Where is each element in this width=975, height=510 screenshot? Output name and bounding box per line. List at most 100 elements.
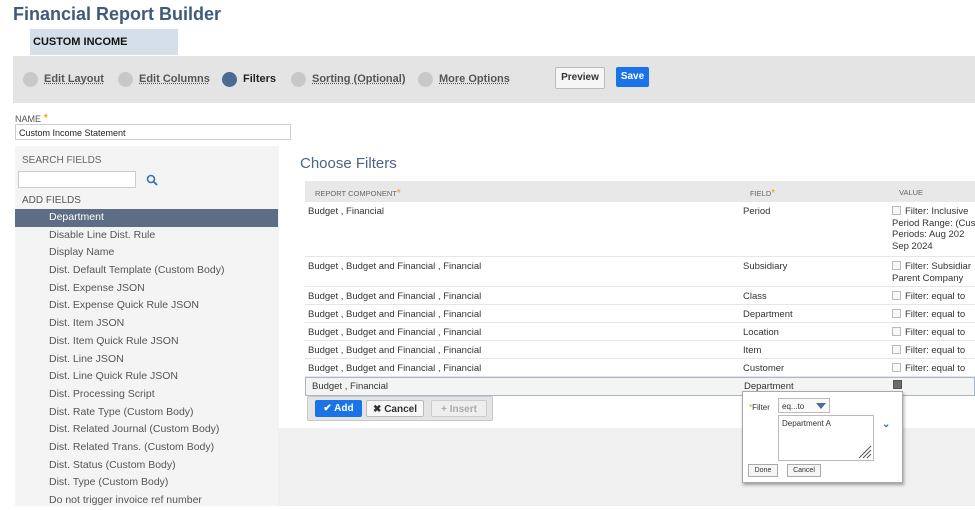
save-button[interactable]: Save — [616, 67, 649, 87]
cancel-button[interactable]: ✖ Cancel — [366, 400, 424, 417]
step-edit-layout[interactable]: Edit Layout — [23, 70, 104, 88]
cell-field: Subsidiary — [743, 261, 788, 272]
field-item[interactable]: Dist. Line JSON — [15, 351, 278, 369]
grid-header: REPORT COMPONENT* FIELD* VALUE — [305, 181, 975, 202]
filter-operator-value: eq...to — [782, 402, 805, 411]
search-icon[interactable] — [146, 174, 158, 186]
edit-icon[interactable] — [892, 327, 901, 336]
filter-label-text: Filter — [752, 403, 770, 412]
step-dot-icon — [418, 71, 433, 87]
field-item[interactable]: Dist. Type (Custom Body) — [15, 474, 278, 492]
table-row[interactable]: Budget , Financial Period Filter: Inclus… — [305, 202, 975, 257]
cell-component: Budget , Budget and Financial , Financia… — [308, 291, 482, 302]
edit-icon[interactable] — [892, 291, 901, 300]
field-item[interactable]: Dist. Expense JSON — [15, 280, 278, 298]
field-item[interactable]: Dist. Rate Type (Custom Body) — [15, 404, 278, 422]
cell-component: Budget , Financial — [308, 206, 385, 217]
table-row[interactable]: Budget , Budget and Financial , Financia… — [305, 341, 975, 359]
value-line: Filter: equal to — [905, 345, 966, 356]
col-header-field: FIELD* — [750, 188, 775, 199]
cell-field: Period — [743, 206, 771, 217]
insert-button[interactable]: + Insert — [431, 400, 487, 417]
cell-component: Budget , Budget and Financial , Financia… — [308, 345, 482, 356]
step-dot-icon — [118, 71, 133, 87]
cell-field: Class — [743, 291, 767, 302]
step-dot-icon — [291, 71, 306, 87]
col-header-value: VALUE — [899, 188, 924, 197]
field-item[interactable]: Dist. Status (Custom Body) — [15, 457, 278, 475]
cell-value: Filter: equal to — [892, 327, 965, 339]
popup-cancel-button[interactable]: Cancel — [787, 464, 821, 477]
field-item[interactable]: Display Name — [15, 244, 278, 262]
row-actions-bar: ✔ Add ✖ Cancel + Insert — [307, 396, 493, 421]
resize-handle-icon[interactable] — [856, 443, 872, 459]
field-item[interactable]: Dist. Processing Script — [15, 386, 278, 404]
value-line: Filter: Subsidiar — [905, 261, 971, 272]
step-label: More Options — [439, 73, 510, 85]
value-line: Filter: equal to — [905, 309, 966, 320]
filters-grid: REPORT COMPONENT* FIELD* VALUE Budget , … — [305, 181, 975, 396]
cell-component[interactable]: Budget , Financial — [312, 381, 388, 392]
value-line: Periods: Aug 202 — [892, 229, 965, 240]
cell-field: Item — [743, 345, 762, 356]
filter-popup: *Filter eq...to Department A ⌄ Done Canc… — [742, 391, 903, 483]
cell-component: Budget , Budget and Financial , Financia… — [308, 363, 482, 374]
table-row[interactable]: Budget , Budget and Financial , Financia… — [305, 305, 975, 323]
col-header-component: REPORT COMPONENT* — [315, 188, 401, 199]
expand-double-chevron-icon[interactable]: ⌄ — [882, 419, 890, 430]
edit-icon[interactable] — [893, 380, 902, 389]
edit-icon[interactable] — [892, 345, 901, 354]
field-item[interactable]: Disable Line Dist. Rule — [15, 227, 278, 245]
field-item[interactable]: Dist. Item Quick Rule JSON — [15, 333, 278, 351]
step-bar: Edit Layout Edit Columns Filters Sorting… — [13, 56, 975, 103]
filter-operator-select[interactable]: eq...to — [778, 398, 830, 413]
field-item[interactable]: Do not trigger invoice ref number — [15, 492, 278, 510]
search-fields-label: SEARCH FIELDS — [22, 155, 102, 166]
chevron-down-icon — [816, 403, 826, 409]
step-label: Sorting (Optional) — [312, 73, 406, 85]
cell-field: Location — [743, 327, 779, 338]
field-item[interactable]: Department — [15, 209, 278, 227]
step-label: Edit Columns — [139, 73, 210, 85]
insert-button-label: Insert — [449, 404, 477, 415]
add-fields-label: ADD FIELDS — [22, 195, 81, 206]
edit-icon[interactable] — [892, 261, 901, 270]
step-more-options[interactable]: More Options — [418, 70, 510, 88]
cell-component: Budget , Budget and Financial , Financia… — [308, 327, 482, 338]
field-item[interactable]: Dist. Default Template (Custom Body) — [15, 262, 278, 280]
table-row[interactable]: Budget , Budget and Financial , Financia… — [305, 257, 975, 287]
table-row[interactable]: Budget , Budget and Financial , Financia… — [305, 359, 975, 377]
cell-component: Budget , Budget and Financial , Financia… — [308, 261, 482, 272]
cell-field: Customer — [743, 363, 785, 374]
field-item[interactable]: Dist. Related Trans. (Custom Body) — [15, 439, 278, 457]
field-item[interactable]: Dist. Item JSON — [15, 315, 278, 333]
step-edit-columns[interactable]: Edit Columns — [118, 70, 210, 88]
edit-icon[interactable] — [892, 363, 901, 372]
step-label: Filters — [243, 73, 277, 85]
report-subtab[interactable]: CUSTOM INCOME STATEMENT — [30, 29, 178, 74]
search-input[interactable] — [18, 171, 136, 188]
check-icon: ✔ — [323, 403, 335, 414]
cell-value: Filter: Inclusive Period Range: (Cust Peri… — [892, 206, 975, 252]
field-item[interactable]: Dist. Expense Quick Rule JSON — [15, 297, 278, 315]
fields-list: Department Disable Line Dist. Rule Displ… — [15, 209, 278, 510]
table-row[interactable]: Budget , Budget and Financial , Financia… — [305, 323, 975, 341]
preview-button[interactable]: Preview — [555, 67, 605, 89]
cell-value: Filter: equal to — [892, 309, 965, 321]
add-button[interactable]: ✔ Add — [315, 400, 362, 417]
field-item[interactable]: Dist. Related Journal (Custom Body) — [15, 421, 278, 439]
edit-icon[interactable] — [892, 206, 901, 215]
done-button[interactable]: Done — [748, 464, 778, 477]
field-item[interactable]: Dist. Line Quick Rule JSON — [15, 368, 278, 386]
step-sorting[interactable]: Sorting (Optional) — [291, 70, 405, 88]
value-line: Period Range: (Cust — [892, 217, 975, 229]
value-line: Filter: Inclusive — [905, 206, 969, 217]
value-line: Filter: equal to — [905, 327, 966, 338]
step-filters[interactable]: Filters — [222, 70, 276, 88]
cell-value: Filter: equal to — [892, 291, 965, 303]
cell-value — [893, 380, 906, 392]
edit-icon[interactable] — [892, 309, 901, 318]
name-input[interactable]: Custom Income Statement — [15, 124, 291, 140]
table-row[interactable]: Budget , Budget and Financial , Financia… — [305, 287, 975, 305]
filter-value-textarea[interactable]: Department A — [778, 415, 874, 461]
